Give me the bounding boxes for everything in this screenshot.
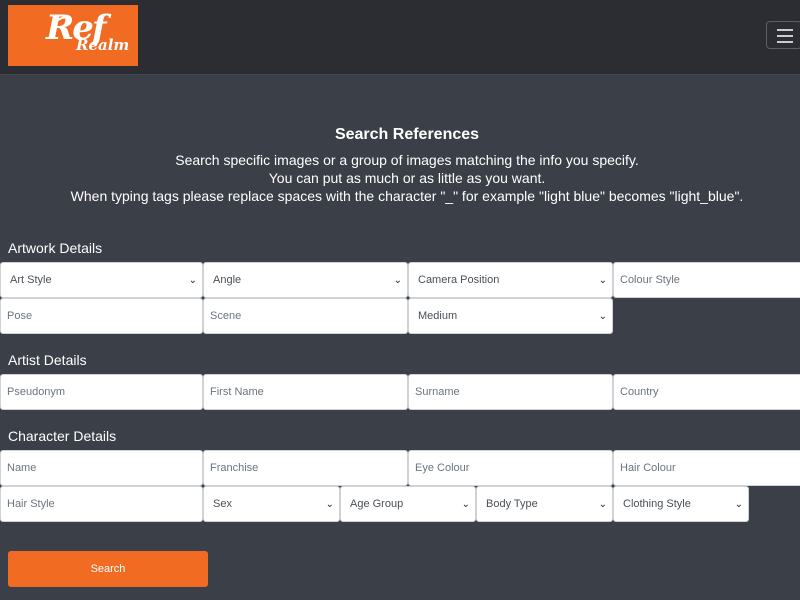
hamburger-menu-icon (777, 29, 793, 31)
artwork-details-label: Artwork Details (8, 240, 103, 256)
medium-select[interactable]: Medium ⌄ (408, 298, 613, 334)
pseudonym-input[interactable] (0, 374, 203, 410)
description-line-2: You can put as much or as little as you … (268, 170, 546, 186)
hair-style-input[interactable] (0, 486, 203, 522)
name-input[interactable] (0, 450, 203, 486)
clothing-style-select-value: Clothing Style (623, 498, 691, 510)
colour-style-input[interactable] (613, 262, 800, 298)
surname-input[interactable] (408, 374, 613, 410)
clothing-style-select[interactable]: Clothing Style ⌄ (613, 486, 749, 522)
artist-details-label: Artist Details (8, 352, 87, 368)
scene-input[interactable] (203, 298, 408, 334)
chevron-down-icon: ⌄ (325, 498, 334, 510)
character-details-label: Character Details (8, 428, 117, 444)
chevron-down-icon: ⌄ (598, 310, 607, 322)
hamburger-menu-icon-bar (777, 35, 793, 37)
logo-text-realm: Realm (76, 36, 130, 54)
angle-select[interactable]: Angle ⌄ (203, 262, 408, 298)
navbar: Ref Realm (0, 0, 800, 75)
age-group-select[interactable]: Age Group ⌄ (340, 486, 476, 522)
chevron-down-icon: ⌄ (734, 498, 743, 510)
logo[interactable]: Ref Realm (8, 5, 138, 66)
sex-select[interactable]: Sex ⌄ (203, 486, 340, 522)
chevron-down-icon: ⌄ (598, 274, 607, 286)
body-type-select[interactable]: Body Type ⌄ (476, 486, 613, 522)
franchise-input[interactable] (203, 450, 408, 486)
country-input[interactable] (613, 374, 800, 410)
first-name-input[interactable] (203, 374, 408, 410)
sex-select-value: Sex (213, 498, 232, 510)
menu-toggle-button[interactable] (766, 21, 800, 49)
pose-input[interactable] (0, 298, 203, 334)
chevron-down-icon: ⌄ (188, 274, 197, 286)
page-title: Search References (334, 126, 480, 143)
hair-colour-input[interactable] (613, 450, 800, 486)
camera-position-select[interactable]: Camera Position ⌄ (408, 262, 613, 298)
eye-colour-input[interactable] (408, 450, 613, 486)
angle-select-value: Angle (213, 274, 242, 286)
art-style-select-value: Art Style (10, 274, 52, 286)
search-button[interactable]: Search (8, 551, 208, 587)
hamburger-menu-icon-bar (777, 41, 793, 43)
chevron-down-icon: ⌄ (461, 498, 470, 510)
medium-select-value: Medium (418, 310, 458, 322)
description-line-3: When typing tags please replace spaces w… (70, 188, 744, 204)
body-type-select-value: Body Type (486, 498, 538, 510)
art-style-select[interactable]: Art Style ⌄ (0, 262, 203, 298)
age-group-select-value: Age Group (350, 498, 404, 510)
chevron-down-icon: ⌄ (598, 498, 607, 510)
camera-position-select-value: Camera Position (418, 274, 500, 286)
description-line-1: Search specific images or a group of ima… (175, 152, 639, 168)
chevron-down-icon: ⌄ (393, 274, 402, 286)
